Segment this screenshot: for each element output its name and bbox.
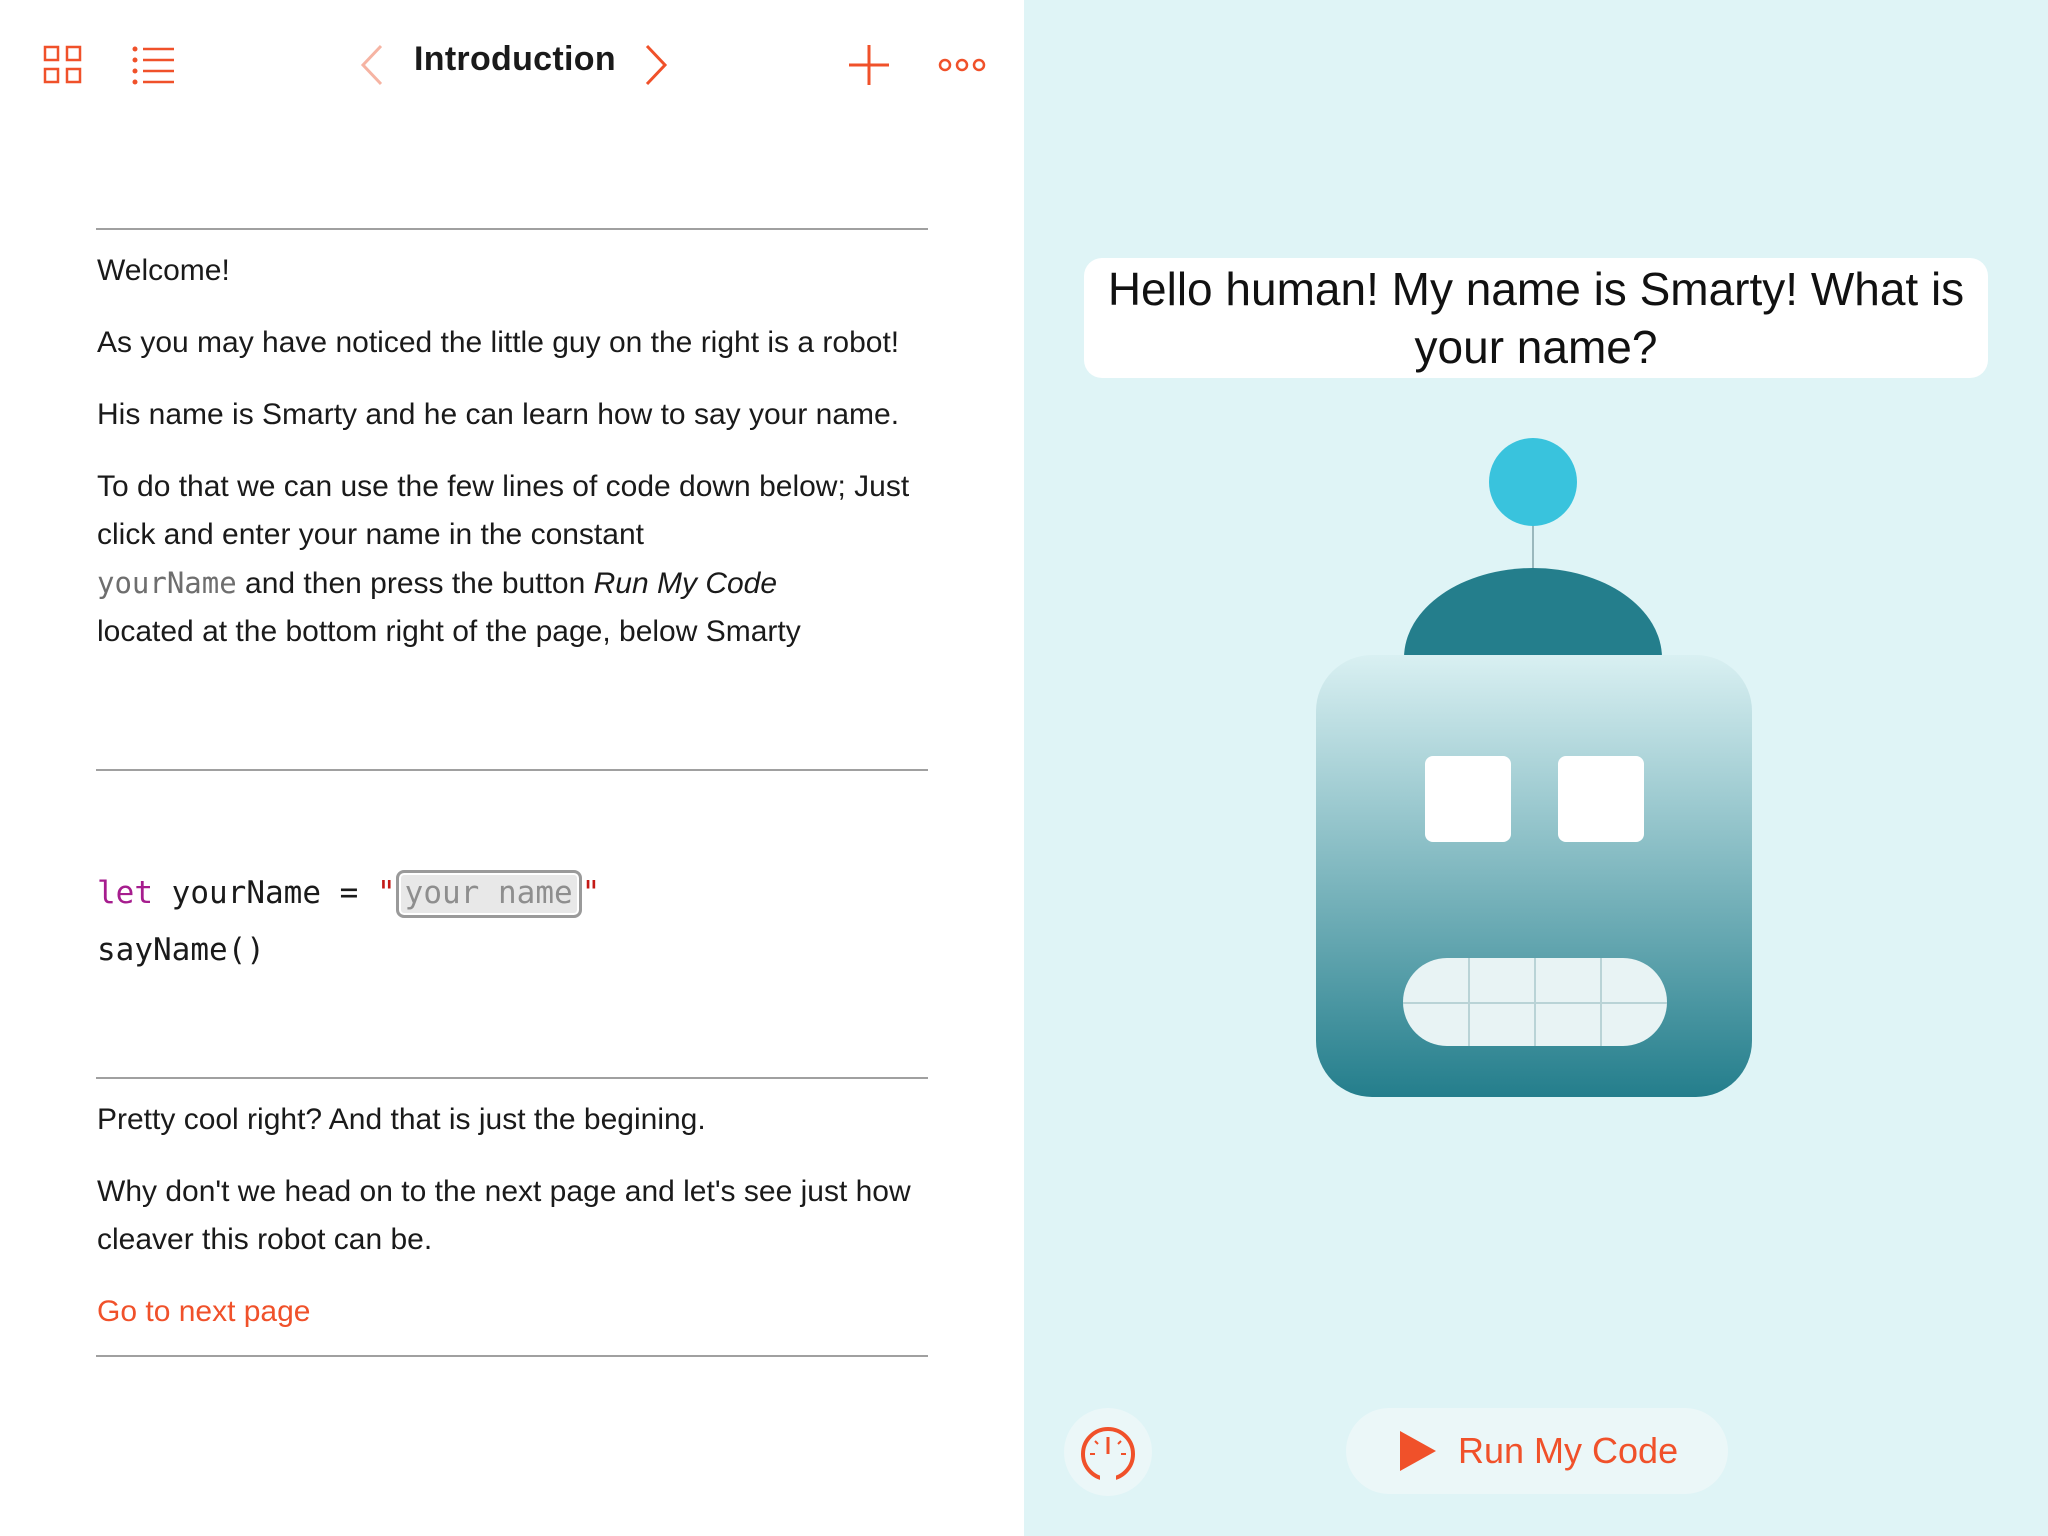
robot-eye-left <box>1425 756 1511 842</box>
editor-pane: Introduction Welcome! As you may have no… <box>0 0 1024 1536</box>
speed-button[interactable] <box>1064 1408 1152 1496</box>
outro-paragraph: Why don't we head on to the next page an… <box>97 1175 911 1256</box>
name-placeholder-field[interactable]: your name <box>395 870 582 918</box>
keyword: let <box>97 875 153 911</box>
intro-paragraph: As you may have noticed the little guy o… <box>97 326 900 359</box>
instructions-text: and then press the button <box>245 567 586 600</box>
run-my-code-label: Run My Code <box>1458 1430 1679 1471</box>
instructions-text: located at the bottom right of the page,… <box>97 615 801 648</box>
chevron-right-icon[interactable] <box>636 40 676 90</box>
toolbar: Introduction <box>0 0 1024 128</box>
run-my-code-button[interactable]: Run My Code <box>1346 1408 1728 1494</box>
page-title: Introduction <box>414 40 616 78</box>
quote: " <box>377 875 396 911</box>
inline-code: yourName <box>97 566 237 600</box>
code-line-1: let yourName = " your name " <box>97 870 600 918</box>
welcome-text: Welcome! <box>97 254 230 287</box>
outro-text: Pretty cool right? And that is just the … <box>97 1096 927 1360</box>
antenna-ball <box>1489 438 1577 526</box>
robot-dome <box>1404 568 1662 658</box>
speedometer-icon <box>1081 1427 1135 1482</box>
intro-paragraph: His name is Smarty and he can learn how … <box>97 398 900 431</box>
divider <box>96 1355 928 1357</box>
quote: " <box>581 875 601 911</box>
run-my-code-reference: Run My Code <box>593 567 778 600</box>
chevron-left-icon[interactable] <box>352 40 392 90</box>
operator: = <box>339 875 359 911</box>
robot-eye-right <box>1558 756 1644 842</box>
divider <box>96 1077 928 1079</box>
instructions-text: To do that we can use the few lines of c… <box>97 470 910 551</box>
robot-mouth <box>1403 958 1667 1046</box>
grid-icon[interactable] <box>38 40 88 90</box>
plus-icon[interactable] <box>844 40 894 90</box>
intro-text: Welcome! As you may have noticed the lit… <box>97 247 927 680</box>
outro-paragraph: Pretty cool right? And that is just the … <box>97 1103 706 1136</box>
divider <box>96 769 928 771</box>
next-page-link[interactable]: Go to next page <box>97 1295 311 1328</box>
identifier: yourName <box>171 875 321 911</box>
code-line-2[interactable]: sayName() <box>97 932 265 968</box>
instructions-paragraph: To do that we can use the few lines of c… <box>97 463 927 656</box>
robot <box>1316 438 1752 1097</box>
list-icon[interactable] <box>128 40 178 90</box>
more-icon[interactable] <box>936 40 988 90</box>
play-icon <box>1400 1431 1436 1471</box>
live-view: Hello human! My name is Smarty! What is … <box>1024 0 2048 1536</box>
divider <box>96 228 928 230</box>
